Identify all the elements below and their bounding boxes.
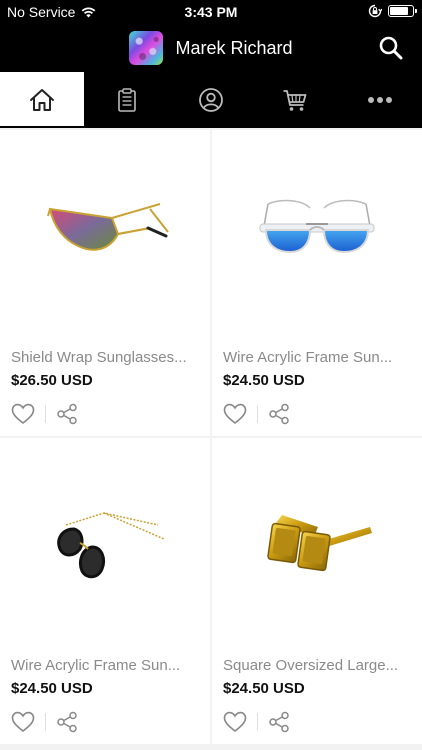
- status-time: 3:43 PM: [184, 4, 238, 20]
- store-avatar: [129, 31, 164, 65]
- header-center: Marek Richard: [0, 24, 422, 72]
- product-image[interactable]: [0, 438, 210, 646]
- favorite-button[interactable]: [223, 711, 247, 733]
- search-icon: [379, 36, 403, 60]
- product-price: $24.50 USD: [11, 680, 93, 697]
- heart-icon: [223, 711, 247, 733]
- share-icon: [269, 403, 289, 425]
- product-card[interactable]: Shield Wrap Sunglasses... $26.50 USD: [0, 130, 210, 436]
- action-divider: [45, 405, 46, 423]
- home-icon: [30, 89, 55, 111]
- more-icon: [367, 97, 392, 103]
- orientation-lock-icon: [368, 4, 382, 18]
- share-button[interactable]: [56, 711, 78, 733]
- share-button[interactable]: [268, 403, 290, 425]
- tab-orders[interactable]: [84, 72, 168, 128]
- share-icon: [269, 711, 289, 733]
- tab-home[interactable]: [0, 72, 85, 128]
- tab-bar: [0, 72, 422, 128]
- product-card[interactable]: Square Oversized Large... $24.50 USD: [212, 438, 422, 744]
- wire-acrylic-black-sunglasses-image: [57, 512, 165, 579]
- tab-profile[interactable]: [169, 72, 253, 128]
- action-divider: [257, 713, 258, 731]
- share-icon: [57, 403, 77, 425]
- product-image[interactable]: [212, 438, 422, 646]
- favorite-button[interactable]: [11, 403, 35, 425]
- action-divider: [45, 713, 46, 731]
- user-icon: [199, 88, 223, 112]
- wire-acrylic-blue-sunglasses-image: [259, 199, 375, 254]
- share-button[interactable]: [56, 403, 78, 425]
- status-bar: No Service 3:43 PM: [0, 0, 422, 24]
- shield-wrap-sunglasses-image: [47, 203, 169, 251]
- app-header: Marek Richard: [0, 24, 422, 72]
- heart-icon: [11, 403, 35, 425]
- product-price: $26.50 USD: [11, 372, 93, 389]
- card-actions: [223, 403, 290, 425]
- product-name[interactable]: Wire Acrylic Frame Sun...: [11, 657, 201, 674]
- tab-more[interactable]: [338, 72, 422, 128]
- product-grid: Shield Wrap Sunglasses... $26.50 USD Wir…: [0, 128, 422, 750]
- product-card[interactable]: Wire Acrylic Frame Sun... $24.50 USD: [0, 438, 210, 744]
- card-actions: [11, 403, 78, 425]
- heart-icon: [223, 403, 247, 425]
- product-card[interactable]: Wire Acrylic Frame Sun... $24.50 USD: [212, 130, 422, 436]
- product-image[interactable]: [0, 130, 210, 338]
- product-price: $24.50 USD: [223, 680, 305, 697]
- product-name[interactable]: Shield Wrap Sunglasses...: [11, 349, 201, 366]
- product-price: $24.50 USD: [223, 372, 305, 389]
- heart-icon: [11, 711, 35, 733]
- share-button[interactable]: [268, 711, 290, 733]
- tab-cart[interactable]: [253, 72, 337, 128]
- status-right: [368, 4, 417, 18]
- square-gold-sunglasses-image: [267, 515, 372, 572]
- product-name[interactable]: Wire Acrylic Frame Sun...: [223, 349, 413, 366]
- cart-icon: [283, 90, 307, 111]
- product-name[interactable]: Square Oversized Large...: [223, 657, 413, 674]
- action-divider: [257, 405, 258, 423]
- card-actions: [11, 711, 78, 733]
- favorite-button[interactable]: [223, 403, 247, 425]
- product-image[interactable]: [212, 130, 422, 338]
- search-button[interactable]: [378, 35, 404, 61]
- share-icon: [57, 711, 77, 733]
- battery-icon: [388, 5, 417, 17]
- page-title: Marek Richard: [175, 37, 293, 58]
- card-actions: [223, 711, 290, 733]
- clipboard-icon: [117, 88, 136, 112]
- favorite-button[interactable]: [11, 711, 35, 733]
